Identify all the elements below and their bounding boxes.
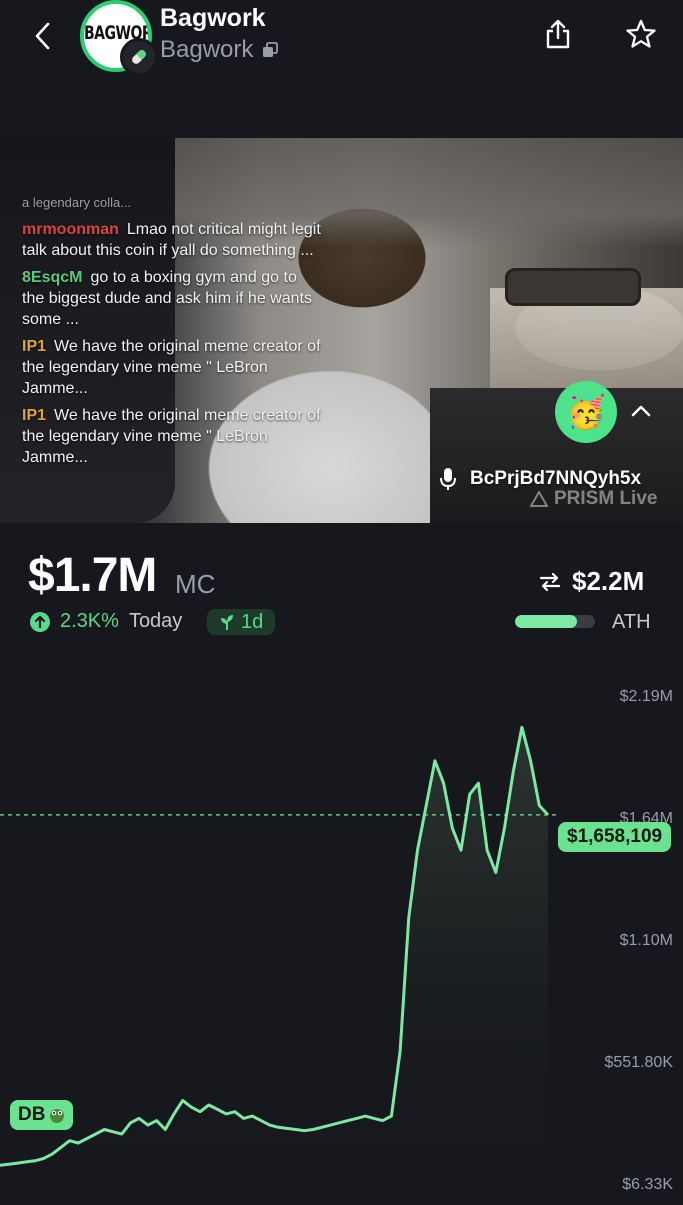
prism-watermark: PRISM Live	[530, 488, 657, 510]
chat-text: We have the original meme creator of the…	[22, 407, 321, 466]
chevron-left-icon	[33, 21, 51, 51]
token-subtitle[interactable]: Bagwork	[160, 36, 279, 64]
token-age-badge: 1d	[207, 609, 275, 635]
market-cap-label: MC	[175, 569, 215, 600]
favorite-button[interactable]	[620, 14, 662, 54]
pill-icon	[120, 38, 158, 76]
chat-message: IP1We have the original meme creator of …	[22, 405, 322, 468]
y-axis-tick: $6.33K	[622, 1176, 673, 1194]
sprout-icon	[219, 613, 235, 631]
change-percent: 2.3K%	[60, 610, 119, 633]
chevron-up-icon	[630, 404, 652, 418]
market-cap-value: $1.7M	[28, 548, 156, 603]
chat-username[interactable]: IP1	[22, 407, 46, 424]
microphone-icon	[440, 467, 456, 491]
y-axis-tick: $1.10M	[620, 932, 673, 950]
reaction-button[interactable]: 🥳	[555, 381, 617, 443]
ath-value: $2.2M	[538, 566, 644, 597]
star-icon	[625, 19, 657, 49]
streamer-address: BcPrjBd7NNQyh5x	[470, 468, 641, 490]
ath-progress-bar	[515, 615, 595, 628]
video-scene	[505, 268, 641, 306]
chat-message: 8EsqcMgo to a boxing gym and go to the b…	[22, 267, 322, 330]
current-price-tag: $1,658,109	[558, 822, 671, 852]
y-axis-tick: $551.80K	[604, 1054, 673, 1072]
prism-logo-icon	[530, 491, 548, 507]
chat-message: IP1We have the original meme creator of …	[22, 336, 322, 399]
frog-avatar-icon	[49, 1107, 65, 1123]
share-icon	[544, 19, 572, 49]
chart-area-fill	[0, 727, 548, 1184]
swap-icon	[538, 571, 562, 593]
expand-chat-button[interactable]	[626, 396, 656, 426]
price-chart[interactable]: $2.19M $1.64M $1.10M $551.80K $6.33K	[0, 680, 683, 1200]
chat-username[interactable]: IP1	[22, 338, 46, 355]
arrow-up-circle-icon	[30, 612, 50, 632]
party-face-icon: 🥳	[566, 393, 606, 431]
change-period: Today	[129, 610, 182, 633]
chart-svg[interactable]	[0, 680, 683, 1200]
start-marker[interactable]: DB	[10, 1100, 73, 1130]
chat-message: mrmoonmanLmao not critical might legit t…	[22, 219, 322, 261]
token-ticker: Bagwork	[160, 36, 253, 64]
copy-icon[interactable]	[261, 41, 279, 59]
ath-progress-fill	[515, 615, 577, 628]
back-button[interactable]	[22, 16, 62, 56]
chat-username[interactable]: mrmoonman	[22, 221, 119, 238]
ath-label: ATH	[612, 611, 651, 634]
share-button[interactable]	[538, 14, 578, 54]
chat-message-faded: a legendary colla...	[22, 192, 322, 213]
token-name: Bagwork	[160, 4, 266, 33]
price-change: 2.3K% Today	[30, 610, 182, 633]
stream-chat: a legendary colla... mrmoonmanLmao not c…	[22, 192, 322, 474]
chat-username[interactable]: 8EsqcM	[22, 269, 82, 286]
y-axis-tick: $2.19M	[620, 688, 673, 706]
chat-text: We have the original meme creator of the…	[22, 338, 321, 397]
